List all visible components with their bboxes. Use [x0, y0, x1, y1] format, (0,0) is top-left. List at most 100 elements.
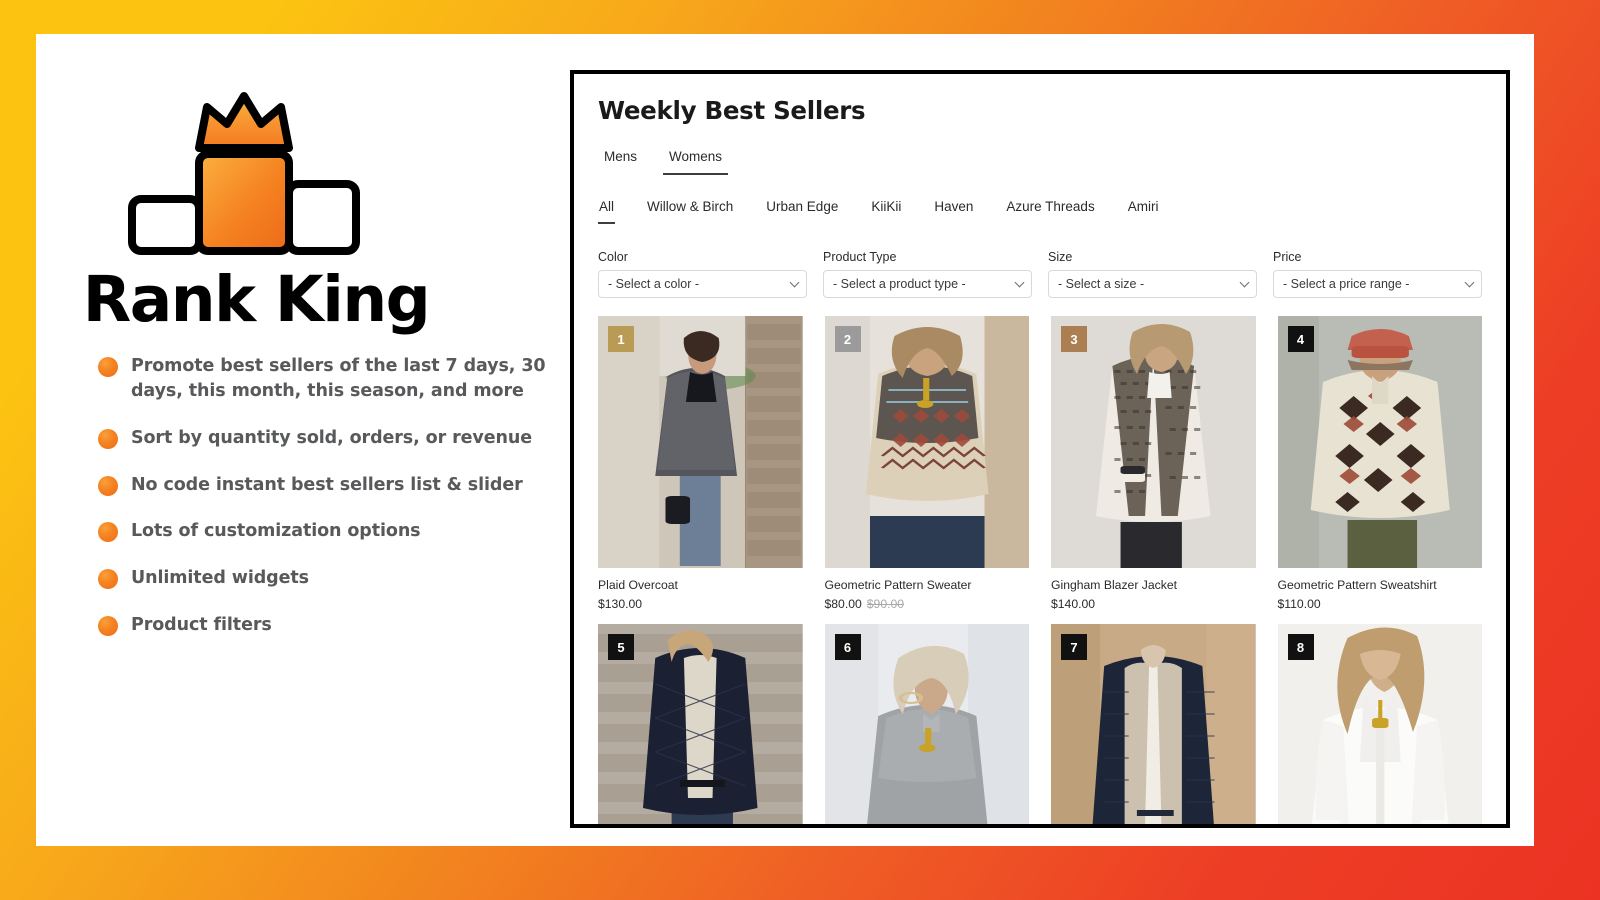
feature-text: Lots of customization options [131, 521, 421, 542]
color-select[interactable]: - Select a color - [598, 270, 807, 298]
rank-badge: 5 [608, 634, 634, 661]
rank-badge: 2 [834, 326, 861, 352]
chevron-down-icon [1464, 277, 1475, 288]
product-prices: $130.00 [598, 597, 803, 611]
promo-card: Rank King Promote best sellers of the la… [36, 34, 1534, 846]
tab-kiikii[interactable]: KiiKii [870, 197, 902, 224]
product-price: $80.00 [824, 597, 862, 612]
rank-badge: 4 [1287, 326, 1314, 352]
product-image[interactable]: 2 [824, 316, 1029, 568]
filter-label-product-type: Product Type [823, 250, 897, 264]
bullet-dot-icon [98, 428, 118, 449]
podium-crown-icon [128, 92, 360, 255]
rank-badge: 7 [1061, 634, 1087, 661]
product-image[interactable]: 5 [598, 624, 803, 824]
product-type-select-value: - Select a product type - [833, 277, 966, 291]
chevron-down-icon [789, 277, 800, 288]
filter-label-price: Price [1273, 250, 1302, 264]
product-card[interactable]: 4 Geometric Pattern Sweatshirt $110.00 [1277, 316, 1483, 611]
filter-price: Price - Select a price range - [1273, 250, 1482, 298]
product-name: Gingham Blazer Jacket [1051, 578, 1177, 592]
product-photo-gingham-blazer [1051, 316, 1256, 568]
widget-title: Weekly Best Sellers [598, 96, 866, 125]
feature-text: Product filters [131, 615, 272, 636]
product-photo-geometric-sweatshirt [1277, 316, 1482, 568]
tab-womens[interactable]: Womens [663, 147, 729, 175]
feature-item: Sort by quantity sold, orders, or revenu… [98, 426, 578, 451]
rank-badge: 8 [1287, 634, 1314, 661]
price-select[interactable]: - Select a price range - [1273, 270, 1482, 298]
product-image[interactable]: 4 [1277, 316, 1482, 568]
feature-item: Lots of customization options [98, 519, 578, 544]
bullet-dot-icon [98, 569, 118, 590]
feature-item: No code instant best sellers list & slid… [98, 473, 578, 498]
tab-mens[interactable]: Mens [598, 147, 643, 175]
product-name: Geometric Pattern Sweatshirt [1277, 578, 1437, 592]
feature-item: Promote best sellers of the last 7 days,… [98, 354, 578, 404]
bullet-dot-icon [98, 522, 118, 543]
product-prices: $140.00 [1051, 597, 1256, 611]
product-card[interactable]: 1 Plaid Overcoat $130.00 [598, 316, 803, 611]
size-select-value: - Select a size - [1058, 277, 1145, 291]
brand-logo: Rank King [76, 86, 436, 336]
feature-item: Unlimited widgets [98, 566, 578, 591]
product-grid: 1 Plaid Overcoat $130.00 2 Geometric Pat… [598, 316, 1483, 824]
product-card[interactable]: 8 [1277, 624, 1482, 824]
filter-size: Size - Select a size - [1048, 250, 1257, 298]
product-photo-plaid-overcoat [598, 316, 803, 568]
filter-product-type: Product Type - Select a product type - [823, 250, 1032, 298]
product-prices: $110.00 [1278, 597, 1483, 611]
product-price: $140.00 [1051, 597, 1096, 612]
product-card[interactable]: 2 Geometric Pattern Sweater $80.00 $90.0… [824, 316, 1030, 611]
product-image[interactable]: 1 [598, 316, 803, 568]
rank-badge: 6 [834, 634, 861, 661]
product-image[interactable]: 6 [824, 624, 1029, 824]
feature-text: Unlimited widgets [131, 568, 309, 589]
size-select[interactable]: - Select a size - [1048, 270, 1257, 298]
bullet-dot-icon [98, 475, 118, 496]
color-select-value: - Select a color - [608, 277, 700, 291]
tab-urban-edge[interactable]: Urban Edge [765, 197, 839, 224]
product-image[interactable]: 7 [1051, 624, 1256, 824]
gender-tab-bar: Mens Womens [598, 147, 1482, 175]
product-image[interactable]: 8 [1277, 624, 1482, 824]
bullet-dot-icon [98, 357, 118, 377]
product-card[interactable]: 6 [824, 624, 1029, 824]
bullet-dot-icon [98, 616, 118, 637]
feature-text: Promote best sellers of the last 7 days,… [131, 356, 546, 401]
tab-willow-and-birch[interactable]: Willow & Birch [646, 197, 734, 224]
product-card[interactable]: 5 [598, 624, 803, 824]
feature-list: Promote best sellers of the last 7 days,… [98, 354, 578, 660]
chevron-down-icon [1239, 277, 1250, 288]
filter-color: Color - Select a color - [598, 250, 807, 298]
rank-badge: 3 [1061, 326, 1087, 352]
tab-azure-threads[interactable]: Azure Threads [1005, 197, 1095, 224]
feature-item: Product filters [98, 613, 578, 638]
feature-text: No code instant best sellers list & slid… [131, 474, 523, 495]
product-price: $130.00 [598, 597, 643, 612]
product-prices: $80.00 $90.00 [825, 597, 1030, 611]
product-price: $110.00 [1277, 597, 1321, 612]
filter-label-color: Color [598, 250, 628, 264]
brand-wordmark: Rank King [82, 263, 431, 336]
price-select-value: - Select a price range - [1283, 277, 1410, 291]
best-sellers-widget-preview: Weekly Best Sellers Mens Womens All Will… [570, 70, 1510, 828]
product-card[interactable]: 7 [1051, 624, 1256, 824]
feature-text: Sort by quantity sold, orders, or revenu… [131, 427, 532, 448]
chevron-down-icon [1014, 277, 1025, 288]
product-type-select[interactable]: - Select a product type - [823, 270, 1032, 298]
product-image[interactable]: 3 [1051, 316, 1256, 568]
tab-amiri[interactable]: Amiri [1127, 197, 1160, 224]
rank-badge: 1 [608, 326, 634, 352]
left-marketing-panel: Rank King Promote best sellers of the la… [36, 34, 570, 846]
product-photo-geometric-sweater [824, 316, 1029, 568]
product-name: Plaid Overcoat [598, 578, 678, 592]
tab-all[interactable]: All [598, 197, 616, 224]
brand-tab-bar: All Willow & Birch Urban Edge KiiKii Hav… [598, 197, 1482, 224]
filter-label-size: Size [1048, 250, 1073, 264]
product-name: Geometric Pattern Sweater [824, 578, 972, 592]
filters-row: Color - Select a color - Product Type - … [598, 250, 1482, 298]
product-card[interactable]: 3 Gingham Blazer Jacket $140.00 [1051, 316, 1256, 611]
product-compare-price: $90.00 [866, 597, 905, 612]
tab-haven[interactable]: Haven [933, 197, 974, 224]
